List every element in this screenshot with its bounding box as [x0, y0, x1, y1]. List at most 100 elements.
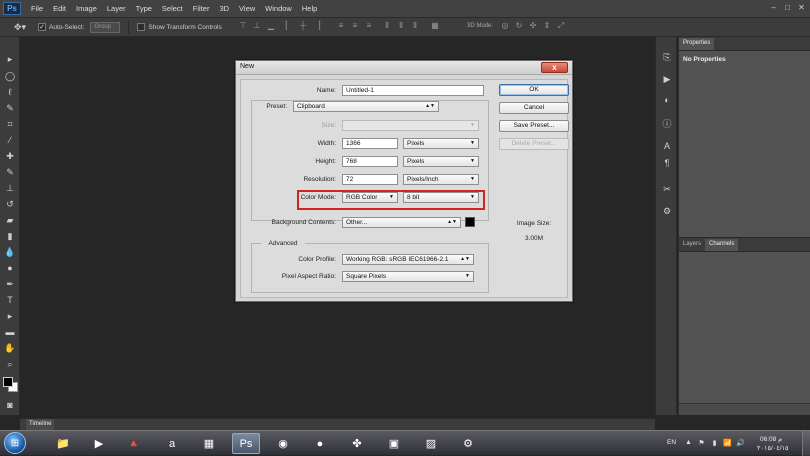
blur-tool-icon[interactable]: 💧 [4, 246, 16, 258]
cancel-button[interactable]: Cancel [499, 102, 569, 114]
shape-tool-icon[interactable]: ▬ [4, 326, 16, 338]
battery-icon[interactable]: ▮ [710, 438, 719, 447]
preset-dropdown[interactable]: Clipboard ▲▼ [293, 101, 439, 112]
language-indicator[interactable]: EN [667, 439, 676, 446]
pen-tool-icon[interactable]: ✒ [4, 278, 16, 290]
brush-presets-icon[interactable]: ⚙ [661, 205, 673, 217]
bit-depth-dropdown[interactable]: 8 bit ▼ [403, 192, 479, 203]
auto-select-target-dropdown[interactable]: Group [90, 21, 121, 33]
tab-properties[interactable]: Properties [679, 38, 715, 50]
color-profile-dropdown[interactable]: Working RGB: sRGB IEC61966-2.1 ▲▼ [342, 254, 474, 265]
resolution-field[interactable]: 72 [342, 174, 398, 185]
tab-layers[interactable]: Layers [679, 239, 705, 251]
show-hidden-icons-icon[interactable]: ▲ [684, 438, 693, 447]
chrome-icon[interactable]: ◉ [269, 433, 297, 454]
align-bottom-icon[interactable]: ▁ [266, 21, 276, 33]
dialog-close-button[interactable]: x [541, 62, 568, 73]
minimize-icon[interactable]: – [768, 2, 779, 13]
vlc-icon[interactable]: 🔺 [120, 433, 148, 454]
menu-layer[interactable]: Layer [107, 4, 126, 13]
actions-icon[interactable]: ▶ [661, 73, 673, 85]
bg-color-swatch[interactable] [465, 217, 475, 227]
photoshop-taskbar-icon[interactable]: Ps [232, 433, 260, 454]
3d-slide-icon[interactable]: ⇕ [542, 21, 552, 33]
align-right-icon[interactable]: ▕ [312, 21, 322, 33]
action-center-icon[interactable]: ⚑ [697, 438, 706, 447]
width-unit-dropdown[interactable]: Pixels ▼ [403, 138, 479, 149]
tab-channels[interactable]: Channels [705, 239, 739, 251]
lasso-tool-icon[interactable]: ℓ [4, 86, 16, 98]
healing-brush-tool-icon[interactable]: ✚ [4, 150, 16, 162]
resolution-unit-dropdown[interactable]: Pixels/Inch ▼ [403, 174, 479, 185]
type-tool-icon[interactable]: T [4, 294, 16, 306]
image-viewer-icon[interactable]: ▨ [417, 433, 445, 454]
paragraph-icon[interactable]: ¶ [661, 157, 673, 169]
eyedropper-tool-icon[interactable]: ⁄ [4, 134, 16, 146]
align-left-icon[interactable]: ▏ [284, 21, 294, 33]
path-selection-tool-icon[interactable]: ▸ [4, 310, 16, 322]
media-player-icon[interactable]: ▶ [85, 433, 113, 454]
move-tool-icon[interactable]: ▸ [4, 53, 16, 65]
align-vcenter-icon[interactable]: ⊥ [252, 21, 262, 33]
bg-contents-dropdown[interactable]: Other... ▲▼ [342, 217, 461, 228]
show-transform-checkbox[interactable] [137, 23, 146, 31]
distribute-right-icon[interactable]: ⦀ [410, 21, 420, 33]
character-icon[interactable]: A [661, 140, 673, 152]
menu-file[interactable]: File [31, 4, 43, 13]
3d-roll-icon[interactable]: ↻ [514, 21, 524, 33]
menu-edit[interactable]: Edit [53, 4, 66, 13]
tool-presets-icon[interactable]: ✂ [661, 183, 673, 195]
menu-help[interactable]: Help [302, 4, 317, 13]
ok-button[interactable]: OK [499, 84, 569, 96]
clone-stamp-tool-icon[interactable]: ⊥ [4, 182, 16, 194]
pixel-aspect-dropdown[interactable]: Square Pixels ▼ [342, 271, 474, 282]
tools-app-icon[interactable]: ⚙ [454, 433, 482, 454]
height-unit-dropdown[interactable]: Pixels ▼ [403, 156, 479, 167]
distribute-hcenter-icon[interactable]: ⦀ [396, 21, 406, 33]
distribute-top-icon[interactable]: ≡ [336, 21, 346, 33]
history-brush-tool-icon[interactable]: ↺ [4, 198, 16, 210]
menu-type[interactable]: Type [136, 4, 152, 13]
show-desktop-button[interactable] [802, 431, 810, 456]
3d-orbit-icon[interactable]: ◎ [500, 21, 510, 33]
3d-pan-icon[interactable]: ✣ [528, 21, 538, 33]
tab-timeline[interactable]: Timeline [26, 419, 55, 430]
foreground-color-swatch[interactable] [3, 377, 13, 387]
3d-scale-icon[interactable]: ⤢ [556, 21, 566, 33]
align-top-icon[interactable]: ⊤ [238, 21, 248, 33]
menu-view[interactable]: View [239, 4, 255, 13]
firefox-icon[interactable]: ● [306, 433, 334, 454]
move-tool-preset-icon[interactable]: ✥▾ [10, 20, 30, 34]
save-preset-button[interactable]: Save Preset... [499, 120, 569, 132]
adjustments-icon[interactable]: ◐ [661, 94, 673, 106]
auto-align-icon[interactable]: ▦ [430, 21, 440, 33]
hand-tool-icon[interactable]: ✋ [4, 342, 16, 354]
menu-select[interactable]: Select [162, 4, 183, 13]
dialog-titlebar[interactable]: New x [236, 61, 572, 75]
zoom-tool-icon[interactable]: ⌕ [4, 358, 16, 370]
distribute-vcenter-icon[interactable]: ≡ [350, 21, 360, 33]
menu-window[interactable]: Window [265, 4, 292, 13]
volume-icon[interactable]: 🔊 [736, 438, 745, 447]
eraser-tool-icon[interactable]: ▰ [4, 214, 16, 226]
quick-select-tool-icon[interactable]: ✎ [4, 102, 16, 114]
close-icon[interactable]: ✕ [796, 2, 807, 13]
network-icon[interactable]: 📶 [723, 438, 732, 447]
clock-date[interactable]: ٢٠١٥/٠٤/١٥ [757, 444, 789, 452]
auto-select-checkbox[interactable]: ✓ [38, 23, 46, 31]
explorer-icon[interactable]: 📁 [49, 433, 77, 454]
apps-grid-icon[interactable]: ▦ [195, 433, 223, 454]
marquee-tool-icon[interactable]: ◯ [4, 70, 16, 82]
color-mode-dropdown[interactable]: RGB Color ▼ [342, 192, 398, 203]
dodge-tool-icon[interactable]: ● [4, 262, 16, 274]
restore-icon[interactable]: □ [782, 2, 793, 13]
start-button[interactable]: ⊞ [4, 432, 26, 454]
quick-mask-icon[interactable]: ◙ [4, 399, 16, 411]
width-field[interactable]: 1366 [342, 138, 398, 149]
align-hcenter-icon[interactable]: ┼ [298, 21, 308, 33]
menu-image[interactable]: Image [76, 4, 97, 13]
menu-3d[interactable]: 3D [219, 4, 229, 13]
gradient-tool-icon[interactable]: ▮ [4, 230, 16, 242]
name-field[interactable]: Untitled-1 [342, 85, 484, 96]
network-app-icon[interactable]: ✤ [343, 433, 371, 454]
